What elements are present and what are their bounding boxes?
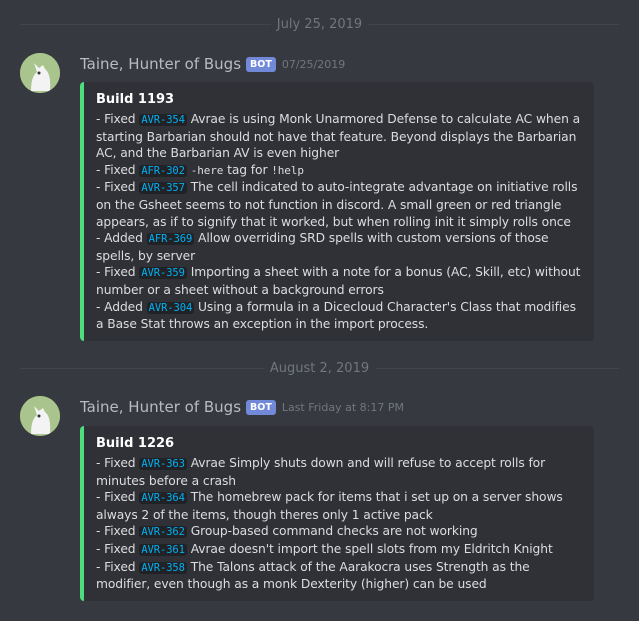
message-header: Taine, Hunter of Bugs BOT 07/25/2019 [80,53,345,75]
ticket-code: AVR-362 [139,526,187,539]
avatar[interactable] [20,53,60,93]
avatar[interactable] [20,396,60,436]
embed: Build 1226 - Fixed AVR-363 Avrae Simply … [80,426,594,601]
embed-title: Build 1193 [96,92,175,107]
ticket-code: AFR-302 [139,164,187,177]
timestamp: 07/25/2019 [281,57,346,71]
ticket-code: AVR-354 [139,114,187,126]
embed: Build 1193 - Fixed AVR-354 Avrae is usin… [80,82,594,341]
author-name[interactable]: Taine, Hunter of Bugs [80,398,241,416]
bot-avatar-icon [20,53,60,93]
embed-title: Build 1226 [96,436,175,451]
date-divider-label: July 25, 2019 [270,16,369,34]
inline-code: -here [190,163,224,177]
list-item: - Fixed AVR-364 The homebrew pack for it… [96,490,563,522]
author-name[interactable]: Taine, Hunter of Bugs [80,55,241,73]
message-header: Taine, Hunter of Bugs BOT Last Friday at… [80,396,404,418]
bot-avatar-icon [20,396,60,436]
ticket-code: AVR-357 [139,182,187,195]
ticket-code: AVR-363 [139,458,187,470]
list-item: - Added AVR-304 Using a formula in a Dic… [96,299,576,332]
message: Taine, Hunter of Bugs BOT Last Friday at… [0,396,639,606]
timestamp: Last Friday at 8:17 PM [281,400,404,414]
ticket-code: AFR-369 [146,233,195,246]
list-item: - Fixed AVR-359 Importing a sheet with a… [96,265,581,297]
embed-description: - Fixed AVR-354 Avrae is using Monk Unar… [96,111,584,333]
bot-badge: BOT [246,399,276,415]
list-item: - Fixed AVR-358 The Talons attack of the… [96,559,530,592]
list-item: - Fixed AVR-362 Group-based command chec… [96,524,478,539]
bot-badge: BOT [246,56,276,72]
list-item: - Added AFR-369 Allow overriding SRD spe… [96,231,549,263]
date-divider-label: August 2, 2019 [263,360,376,378]
ticket-code: AVR-359 [139,267,187,280]
embed-description: - Fixed AVR-363 Avrae Simply shuts down … [96,455,584,593]
list-item: - Fixed AVR-361 Avrae doesn't import the… [96,541,553,556]
date-divider: August 2, 2019 [20,360,619,378]
ticket-code: AVR-358 [139,561,187,574]
message: Taine, Hunter of Bugs BOT 07/25/2019 Bui… [0,53,639,343]
list-item: - Fixed AVR-357 The cell indicated to au… [96,180,578,229]
list-item: - Fixed AFR-302 -here tag for !help [96,162,304,177]
ticket-code: AVR-304 [146,301,195,314]
ticket-code: AVR-364 [139,492,187,505]
inline-code: !help [271,163,304,177]
ticket-code: AVR-361 [139,543,187,556]
date-divider: July 25, 2019 [20,16,619,34]
list-item: - Fixed AVR-354 Avrae is using Monk Unar… [96,112,581,161]
list-item: - Fixed AVR-363 Avrae Simply shuts down … [96,456,546,488]
